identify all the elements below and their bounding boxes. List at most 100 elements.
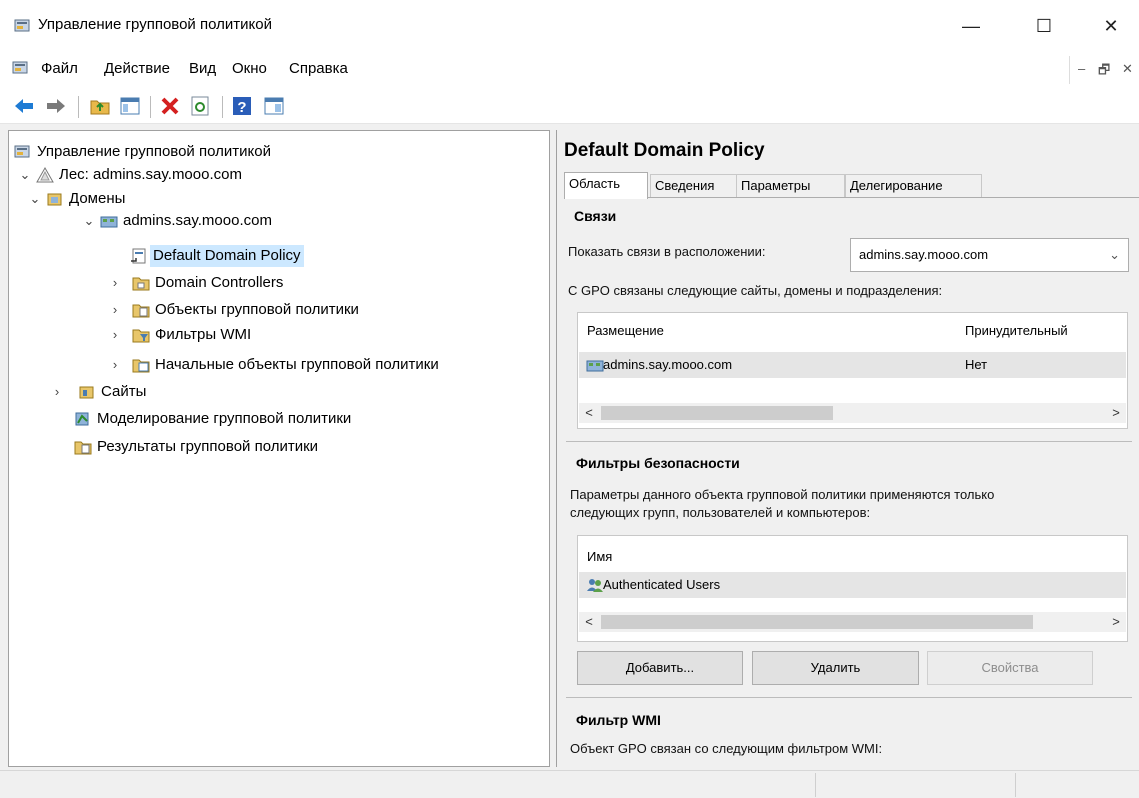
menu-bar: Файл Действие Вид Окно Справка (0, 52, 1139, 86)
scroll-right-button[interactable]: > (1106, 612, 1126, 632)
column-header-name[interactable]: Имя (587, 549, 612, 564)
links-section-title: Связи (574, 208, 617, 224)
properties-button[interactable]: Свойства (927, 651, 1093, 685)
menu-help[interactable]: Справка (289, 60, 348, 77)
forest-icon (36, 167, 54, 183)
chevron-down-icon[interactable]: ⌄ (82, 210, 96, 232)
links-horizontal-scrollbar[interactable]: < > (579, 403, 1126, 423)
tree-node-label: Управление групповой политикой (37, 143, 271, 160)
chevron-right-icon[interactable]: › (108, 272, 122, 294)
gpo-title: Default Domain Policy (564, 140, 765, 161)
refresh-icon[interactable] (188, 94, 212, 118)
tree-node-label: admins.say.mooo.com (123, 212, 272, 229)
tree-node-label: Лес: admins.say.mooo.com (59, 166, 242, 183)
security-section-title: Фильтры безопасности (576, 455, 740, 471)
gpo-folder-icon (132, 304, 150, 318)
links-description: С GPO связаны следующие сайты, домены и … (568, 283, 943, 298)
domain-icon (100, 216, 118, 228)
users-group-icon (587, 579, 603, 592)
show-hide-tree-icon[interactable] (118, 94, 142, 118)
link-location-cell: admins.say.mooo.com (603, 357, 733, 372)
menu-file[interactable]: Файл (41, 60, 78, 77)
scroll-left-button[interactable]: < (579, 612, 599, 632)
links-location-value: admins.say.mooo.com (859, 247, 989, 262)
help-icon[interactable]: ? (230, 94, 254, 118)
tree-node-label: Domain Controllers (155, 274, 284, 291)
delete-icon[interactable] (158, 94, 182, 118)
tab-delegation[interactable]: Делегирование (845, 174, 982, 198)
maximize-button[interactable]: ☐ (1019, 6, 1069, 46)
tree-node-label: Начальные объекты групповой политики (155, 356, 439, 373)
chevron-down-icon[interactable]: ⌄ (28, 188, 42, 210)
scroll-thumb[interactable] (601, 615, 1033, 629)
menu-window[interactable]: Окно (232, 60, 267, 77)
mdi-minimize-button[interactable]: – (1078, 61, 1085, 76)
mdi-close-button[interactable]: ✕ (1122, 61, 1133, 77)
toolbar-separator (150, 96, 151, 118)
up-folder-icon[interactable] (88, 94, 112, 118)
toolbar-separator (78, 96, 79, 118)
remove-button[interactable]: Удалить (752, 651, 919, 685)
chevron-right-icon[interactable]: › (108, 299, 122, 321)
links-list[interactable]: Размещение Принудительный admins.say.moo… (577, 312, 1128, 429)
starter-gpo-folder-icon (132, 359, 150, 373)
chevron-right-icon[interactable]: › (50, 381, 64, 403)
security-filter-list[interactable]: Имя Authenticated Users < > (577, 535, 1128, 642)
section-splitter[interactable] (566, 692, 1132, 698)
menu-action[interactable]: Действие (104, 60, 170, 77)
security-horizontal-scrollbar[interactable]: < > (579, 612, 1126, 632)
table-row[interactable]: admins.say.mooo.com Нет (579, 352, 1126, 378)
security-description-line2: следующих групп, пользователей и компьют… (570, 505, 871, 520)
chevron-down-icon[interactable]: ⌄ (18, 164, 32, 186)
tree-node-label: Моделирование групповой политики (97, 410, 352, 427)
back-arrow-icon[interactable] (12, 94, 36, 118)
section-splitter[interactable] (566, 436, 1132, 442)
minimize-button[interactable]: — (946, 6, 996, 46)
forward-arrow-icon[interactable] (44, 94, 68, 118)
scroll-thumb[interactable] (601, 406, 833, 420)
sites-icon (79, 386, 94, 399)
properties-pane-icon[interactable] (262, 94, 286, 118)
toolbar: ? (0, 90, 1139, 124)
chevron-right-icon[interactable]: › (108, 354, 122, 376)
menu-view[interactable]: Вид (189, 60, 216, 77)
chevron-down-icon: ⌄ (1109, 247, 1120, 262)
gpo-link-icon (131, 248, 146, 264)
tab-settings[interactable]: Параметры (736, 174, 845, 198)
tree-node-label: Домены (69, 190, 126, 207)
security-description-line1: Параметры данного объекта групповой поли… (570, 487, 995, 502)
tab-details[interactable]: Сведения (650, 174, 737, 198)
modeling-icon (75, 412, 89, 426)
tab-scope[interactable]: Область (564, 172, 648, 199)
links-location-dropdown[interactable]: admins.say.mooo.com ⌄ (850, 238, 1129, 272)
close-button[interactable]: ✕ (1086, 6, 1136, 46)
tree-node-label: Результаты групповой политики (97, 438, 319, 455)
tree-node-label: Default Domain Policy (150, 245, 304, 267)
security-principal-cell: Authenticated Users (603, 577, 721, 592)
gpmc-app-icon (14, 145, 30, 158)
domain-icon (586, 360, 604, 372)
scroll-right-button[interactable]: > (1106, 403, 1126, 423)
chevron-right-icon[interactable]: › (108, 324, 122, 346)
table-row[interactable]: Authenticated Users (579, 572, 1126, 598)
scroll-left-button[interactable]: < (579, 403, 599, 423)
results-icon (74, 441, 92, 455)
window-title: Управление групповой политикой (38, 16, 272, 33)
add-button[interactable]: Добавить... (577, 651, 743, 685)
status-cell (1015, 773, 1139, 797)
column-header-enforced[interactable]: Принудительный (965, 323, 1068, 338)
tree-node-label: Сайты (101, 383, 147, 400)
tree-node-label: Объекты групповой политики (155, 301, 359, 318)
wmi-filter-folder-icon (132, 329, 150, 343)
tree-node-label: Фильтры WMI (155, 326, 252, 343)
wmi-section-title: Фильтр WMI (576, 712, 661, 728)
svg-text:?: ? (237, 99, 246, 116)
link-enforced-cell: Нет (965, 357, 988, 372)
mdi-window-controls: – 🗗 ✕ (1069, 56, 1139, 84)
title-bar: Управление групповой политикой — ☐ ✕ (0, 0, 1139, 52)
mdi-restore-button[interactable]: 🗗 (1098, 61, 1110, 83)
mmc-document-icon[interactable] (12, 60, 30, 76)
status-bar (0, 770, 1139, 798)
wmi-description: Объект GPO связан со следующим фильтром … (570, 741, 883, 756)
column-header-location[interactable]: Размещение (587, 323, 664, 338)
